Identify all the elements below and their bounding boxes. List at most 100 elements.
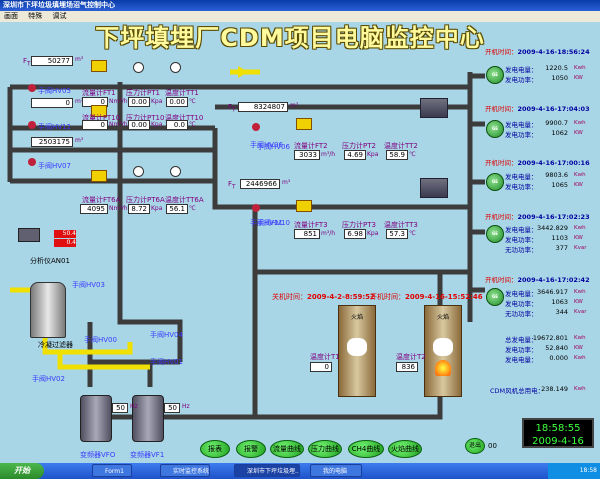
taskbar-item-scada[interactable]: 深圳市下坪垃圾埋... [234, 464, 300, 477]
gen-start-time: 2009-4-16-17:04:03 [517, 105, 590, 113]
flare-2-status: 火焰 [437, 314, 450, 321]
exit-code: 00 [488, 442, 497, 450]
system-tray: 18:58 [548, 463, 600, 479]
exit-button[interactable]: 退出 [465, 438, 485, 454]
valve-icon[interactable] [28, 158, 36, 166]
gen-power-unit: KW [574, 235, 583, 241]
gen-energy-unit: Kwh [574, 225, 586, 231]
generator-icon[interactable]: GE [486, 225, 504, 243]
temp-value-tt10: 0.0 [166, 120, 188, 130]
window-title-bar: 深圳市下坪垃圾填埋场沼气控制中心 [0, 0, 600, 11]
fan-motor-icon[interactable] [80, 395, 112, 442]
smoke-icon [433, 338, 453, 356]
cdm-total-unit: Kwh [574, 386, 586, 392]
total-energy-unit: Kwh [574, 335, 586, 341]
flame-icon [435, 360, 451, 376]
flow-unit-3: m³ [75, 137, 84, 144]
gen-power-value: 1050 [551, 74, 568, 82]
gen-energy-value: 9803.6 [545, 171, 568, 179]
gen-start-time: 2009-4-16-18:56:24 [517, 48, 590, 56]
flow-value-ft10: 0 [82, 120, 108, 130]
analyzer-value-2: 0.4 [54, 239, 76, 247]
gen-start-label: 开机时间： [485, 276, 518, 284]
temp-unit-tt1: ℃ [189, 98, 196, 105]
start-button[interactable]: 开始 [0, 463, 44, 479]
total-power-unit: KW [574, 345, 583, 351]
menu-item-debug[interactable]: 调试 [48, 12, 70, 20]
center-temp-value-1: 58.9 [386, 150, 408, 160]
report-button[interactable]: 报表 [200, 440, 230, 458]
valve-label-hv07: 手阀HV07 [38, 162, 71, 170]
flare-2-time: 2009-4-16-15:52:46 [405, 293, 483, 301]
fan-0-freq: 50 [112, 403, 128, 413]
gen-start-label: 开机时间： [485, 213, 518, 221]
smoke-icon [347, 338, 367, 356]
generator-panel-2: 开机时间：2009-4-16-17:04:03 [485, 103, 600, 113]
generator-icon[interactable]: GE [486, 120, 504, 138]
generator-icon[interactable]: GE [486, 173, 504, 191]
tray-clock: 18:58 [579, 467, 597, 474]
generator-icon[interactable]: GE [486, 66, 504, 84]
temp-value-tt6a: 56.1 [166, 204, 188, 214]
center-press-unit-2: Kpa [367, 230, 379, 237]
valve-icon[interactable] [252, 204, 260, 212]
taskbar-item-mycomputer[interactable]: 我的电脑 [310, 464, 362, 477]
taskbar-item-form1[interactable]: Form1 [92, 464, 132, 477]
flare-2-temp-value: 836 [396, 362, 418, 372]
gen-energy-value: 3442.829 [536, 224, 568, 232]
gauge-icon [133, 166, 144, 177]
flare-stack-2: 火焰 [424, 305, 462, 397]
taskbar-item-monitor[interactable]: 实时监控系统 [160, 464, 210, 477]
gen-start-label: 开机时间： [485, 105, 518, 113]
gen-power-value: 1063 [551, 298, 568, 306]
center-temp-unit-2: ℃ [409, 230, 416, 237]
flow-value-ft6a: 4095 [80, 204, 108, 214]
digital-clock: 18:58:55 2009-4-16 [522, 418, 594, 448]
gen-start-time: 2009-4-16-17:02:23 [517, 213, 590, 221]
clock-time: 18:58:55 [535, 423, 581, 434]
flow-prefix: FT [23, 57, 31, 68]
taskbar [0, 463, 600, 479]
flow-curve-button[interactable]: 流量曲线 [270, 440, 304, 458]
blower-motor-icon [420, 178, 448, 198]
total-power-value: 52.840 [545, 344, 568, 352]
center-press-unit-1: Kpa [367, 151, 379, 158]
flow-total-2: 0 [31, 98, 73, 108]
alarm-button[interactable]: 报警 [236, 440, 266, 458]
generator-panel-1: 开机时间：2009-4-16-18:56:24 [485, 46, 600, 56]
condensate-filter [30, 282, 66, 338]
flame-curve-button[interactable]: 火焰曲线 [388, 440, 422, 458]
generator-panel-4: 开机时间：2009-4-16-17:02:23 [485, 211, 600, 221]
generator-icon[interactable]: GE [486, 288, 504, 306]
center-flow-total-2: 2446966 [240, 179, 280, 189]
flare-1-status: 火焰 [351, 314, 364, 321]
flow-unit-ft6a: Nm³/h [109, 205, 128, 212]
main-title: 下坪填埋厂CDM项目电脑监控中心 [95, 24, 485, 52]
ch4-curve-button[interactable]: CH4曲线 [348, 440, 384, 458]
gen-power-unit: KW [574, 130, 583, 136]
temp-unit-tt6a: ℃ [189, 205, 196, 212]
flow-prefix: FT [228, 180, 236, 191]
valve-icon[interactable] [252, 123, 260, 131]
center-flow-value-1: 3033 [294, 150, 320, 160]
menu-item-screen[interactable]: 画面 [0, 12, 22, 20]
valve-label-hv12: 手阀HV12 [38, 123, 71, 131]
gauge-icon [133, 62, 144, 73]
cdm-total-value: 238.149 [541, 385, 568, 393]
clock-date: 2009-4-16 [532, 436, 584, 447]
total-gen-value: 0.000 [549, 354, 568, 362]
flow-unit-ft10: Nm³/h [109, 121, 128, 128]
flowmeter-icon [296, 118, 312, 130]
pressure-curve-button[interactable]: 压力曲线 [308, 440, 342, 458]
filter-label: 冷凝过滤器 [38, 341, 73, 349]
flowmeter-icon [91, 170, 107, 182]
analyzer-icon [18, 228, 40, 242]
gen-power-value: 1062 [551, 129, 568, 137]
center-temp-unit-1: ℃ [409, 151, 416, 158]
valve-icon[interactable] [28, 121, 36, 129]
flare-1-time-row: 关机时间：2009-4-2-8:59:52 [272, 292, 375, 302]
gen-power-value: 1103 [551, 234, 568, 242]
gen-energy-unit: Kwh [574, 289, 586, 295]
valve-icon[interactable] [28, 84, 36, 92]
menu-item-special[interactable]: 特殊 [24, 12, 46, 20]
